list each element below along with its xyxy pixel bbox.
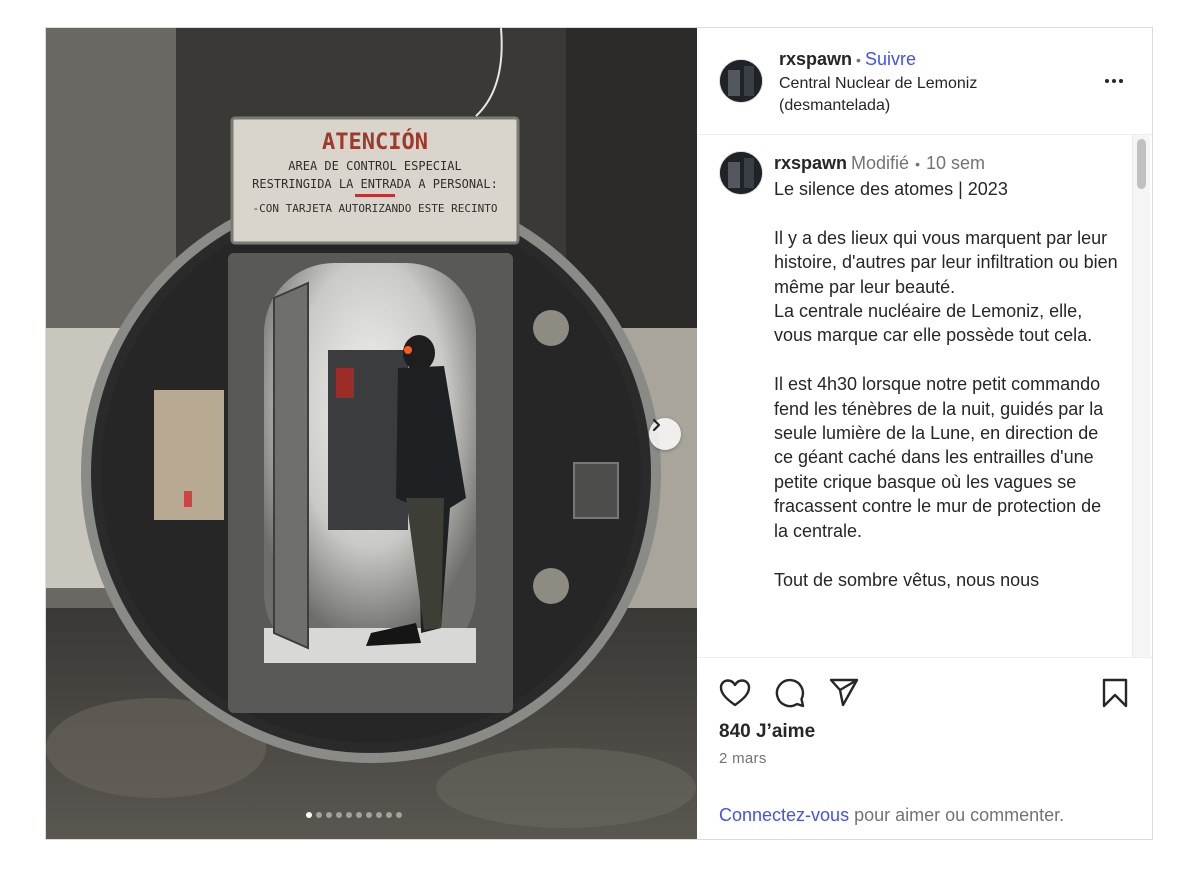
avatar[interactable] — [719, 59, 763, 103]
comment-button[interactable] — [774, 677, 806, 714]
sign-line-1: AREA DE CONTROL ESPECIAL — [288, 159, 461, 173]
more-icon — [1119, 79, 1123, 83]
photo-illustration: ATENCIÓN AREA DE CONTROL ESPECIAL RESTRI… — [46, 28, 697, 839]
post-date[interactable]: 2 mars — [719, 750, 767, 767]
carousel-dot — [386, 812, 392, 818]
sign-title: ATENCIÓN — [322, 129, 428, 155]
heart-icon — [719, 679, 751, 707]
like-button[interactable] — [719, 678, 751, 713]
scrollbar-thumb[interactable] — [1137, 139, 1146, 189]
comment-icon — [775, 678, 805, 708]
header-separator: • — [856, 52, 861, 68]
more-options-button[interactable] — [1099, 69, 1129, 93]
carousel-dot — [356, 812, 362, 818]
avatar-image — [720, 152, 762, 194]
share-icon — [829, 678, 859, 707]
more-icon — [1112, 79, 1116, 83]
carousel-dot — [326, 812, 332, 818]
comment-separator: • — [915, 156, 920, 172]
carousel-dot — [316, 812, 322, 818]
sign-line-2: RESTRINGIDA LA ENTRADA A PERSONAL: — [252, 177, 498, 191]
carousel-dot — [396, 812, 402, 818]
comment-meta: rxspawn Modifié • 10 sem — [774, 153, 985, 174]
comment-time[interactable]: 10 sem — [926, 153, 985, 173]
comment-username[interactable]: rxspawn — [774, 153, 847, 173]
carousel-next-button[interactable] — [649, 418, 681, 450]
login-prompt: Connectez-vous pour aimer ou commenter. — [719, 805, 1064, 826]
chevron-right-icon — [652, 418, 661, 432]
carousel-dot — [346, 812, 352, 818]
more-icon — [1105, 79, 1109, 83]
bookmark-icon — [1102, 678, 1128, 708]
carousel-dot — [306, 812, 312, 818]
login-prompt-text: pour aimer ou commenter. — [849, 805, 1065, 825]
carousel-indicator — [306, 812, 402, 818]
carousel-dot — [336, 812, 342, 818]
instagram-post: ATENCIÓN AREA DE CONTROL ESPECIAL RESTRI… — [45, 27, 1153, 840]
comments-section[interactable]: rxspawn Modifié • 10 sem Le silence des ato… — [697, 135, 1152, 657]
share-button[interactable] — [828, 678, 860, 713]
post-image[interactable]: ATENCIÓN AREA DE CONTROL ESPECIAL RESTRI… — [46, 28, 697, 839]
avatar[interactable] — [719, 151, 763, 195]
avatar-image — [720, 60, 762, 102]
login-link[interactable]: Connectez-vous — [719, 805, 849, 825]
save-button[interactable] — [1101, 678, 1129, 713]
post-location[interactable]: Central Nuclear de Lemoniz (desmantelada… — [779, 73, 1029, 117]
edited-label: Modifié — [851, 153, 910, 173]
sign-line-3: -CON TARJETA AUTORIZANDO ESTE RECINTO — [252, 202, 497, 215]
post-username[interactable]: rxspawn — [779, 49, 852, 69]
likes-count[interactable]: 840 J’aime — [719, 721, 815, 743]
follow-button[interactable]: Suivre — [865, 49, 916, 69]
post-sidebar: rxspawn • Suivre Central Nuclear de Lemoni… — [697, 28, 1152, 839]
post-header: rxspawn • Suivre Central Nuclear de Lemoni… — [697, 28, 1152, 135]
post-actions: 840 J’aime 2 mars Connectez-vous pour ai… — [697, 657, 1152, 840]
carousel-dot — [366, 812, 372, 818]
post-caption: Le silence des atomes | 2023 Il y a des … — [774, 179, 1118, 590]
scrollbar[interactable] — [1132, 135, 1150, 657]
carousel-dot — [376, 812, 382, 818]
